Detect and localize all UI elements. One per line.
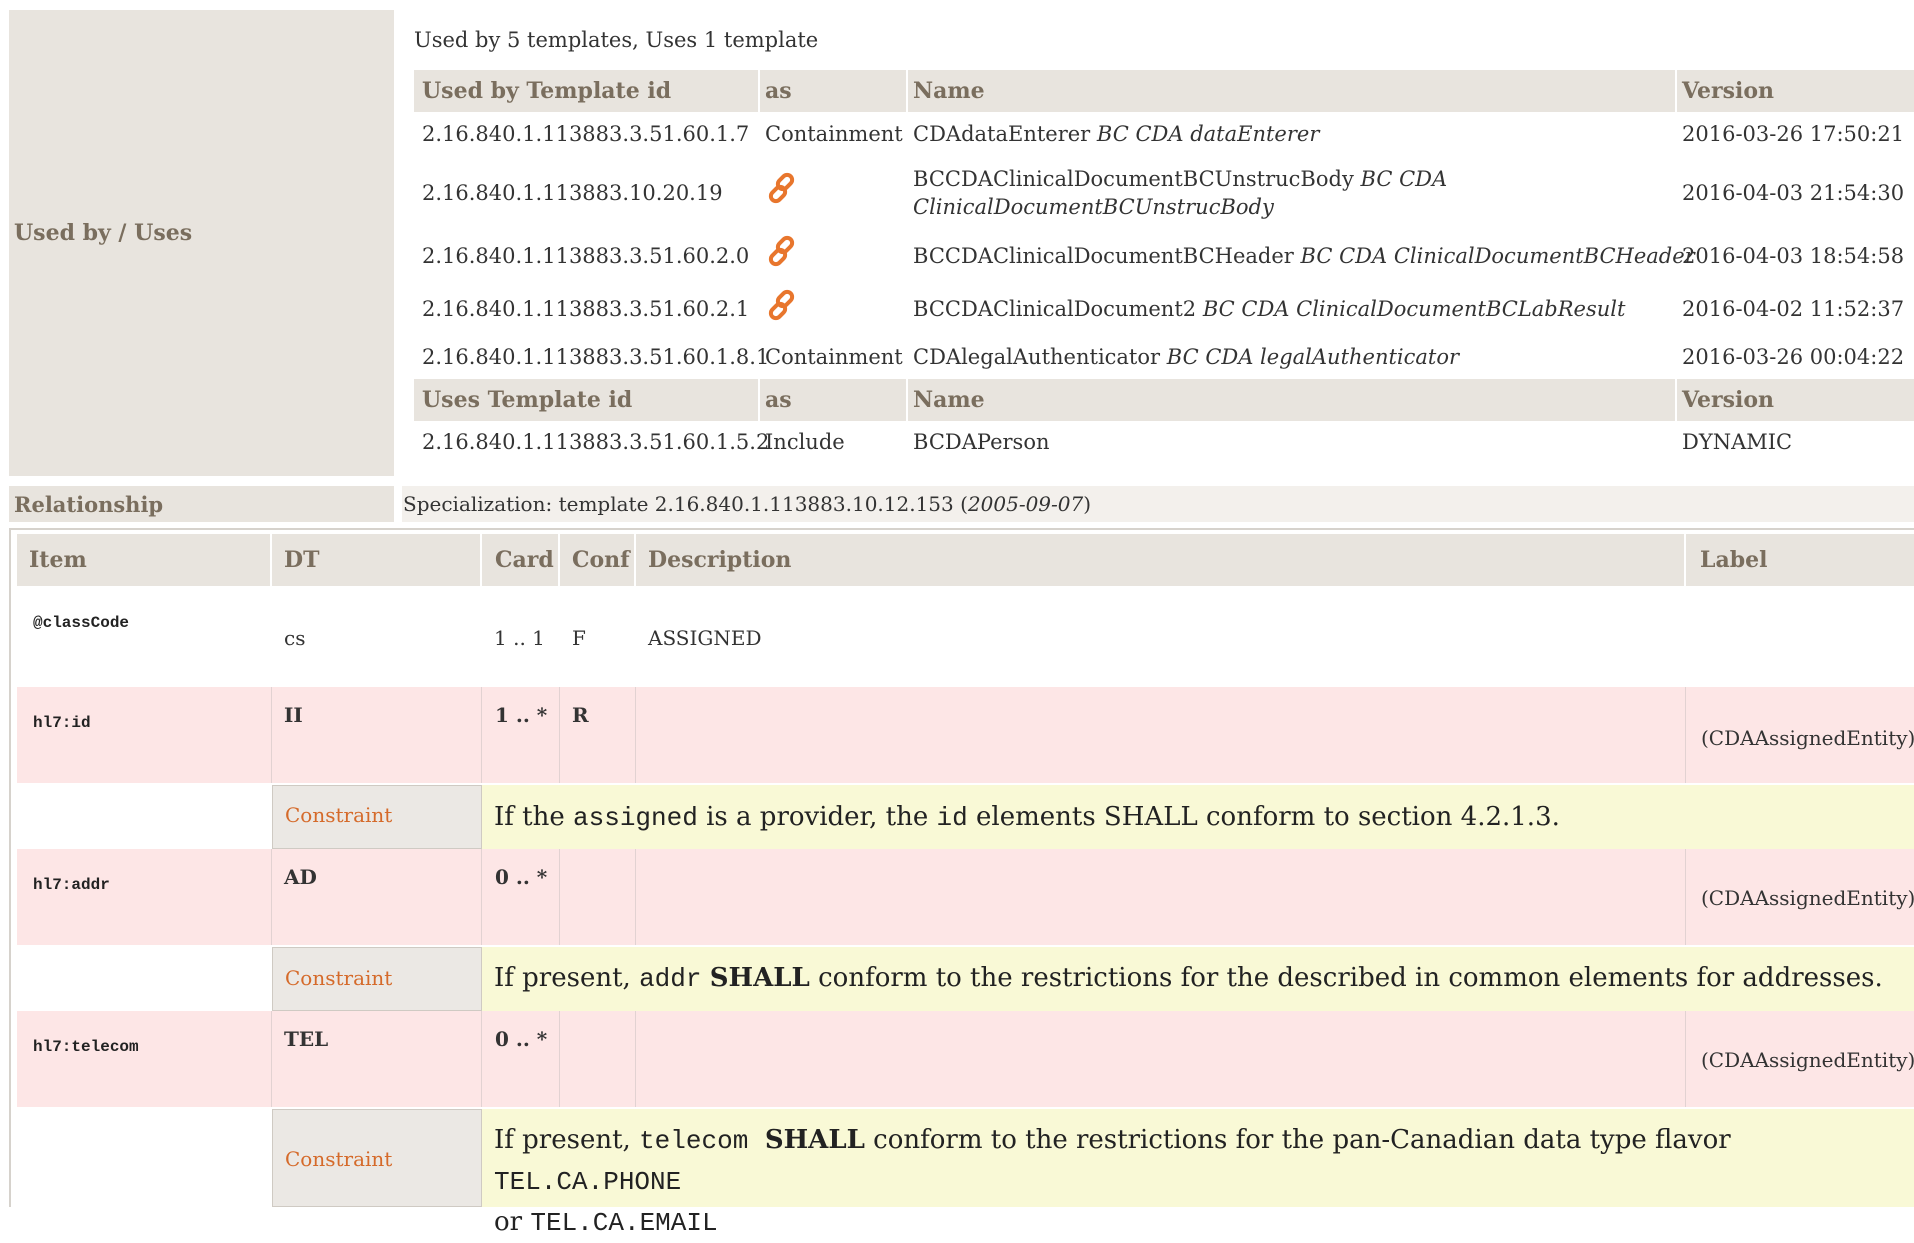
header-divider [906, 70, 908, 112]
item-name[interactable]: hl7:id [33, 714, 91, 732]
usedby-row-id[interactable]: 2.16.840.1.113883.3.51.60.2.1 [422, 297, 749, 321]
usedby-row-name: BCCDAClinicalDocumentBCUnstrucBody BC CD… [913, 167, 1448, 219]
usedby-row-name: CDAlegalAuthenticator BC CDA legalAuthen… [913, 345, 1460, 369]
uses-row-as: Include [765, 430, 845, 454]
cell-divider [271, 1011, 272, 1107]
uses-row-id[interactable]: 2.16.840.1.113883.3.51.60.1.5.2 [422, 430, 769, 454]
usedby-row-version: 2016-04-02 11:52:37 [1682, 297, 1905, 321]
items-header-card: Card [495, 547, 554, 573]
item-dt: AD [284, 865, 317, 889]
cell-divider [1685, 1011, 1686, 1107]
header-divider [558, 534, 560, 586]
item-name[interactable]: hl7:addr [33, 876, 110, 894]
cell-divider [559, 687, 560, 783]
usedby-row-version: 2016-03-26 17:50:21 [1682, 122, 1905, 146]
item-card: 1 .. * [495, 703, 548, 727]
cell-divider [271, 687, 272, 783]
cell-divider [481, 1011, 482, 1107]
cell-divider [481, 687, 482, 783]
usedby-row-as: Containment [765, 122, 903, 146]
header-divider [1675, 379, 1677, 421]
usedby-row-version: 2016-04-03 21:54:30 [1682, 181, 1905, 205]
usedby-label: Used by / Uses [14, 220, 193, 246]
item-name[interactable]: @classCode [33, 614, 129, 632]
usedby-header-version: Version [1682, 78, 1775, 104]
usedby-summary: Used by 5 templates, Uses 1 template [414, 28, 819, 52]
items-header-conf: Conf [572, 547, 630, 573]
item-dt: II [284, 703, 303, 727]
relationship-value: Specialization: template 2.16.840.1.1138… [403, 492, 1092, 516]
usedby-row-as: Containment [765, 345, 903, 369]
uses-header-version: Version [1682, 387, 1775, 413]
usedby-header-name: Name [913, 78, 985, 104]
relationship-date: 2005-09-07 [967, 492, 1084, 516]
link-chain-icon[interactable] [765, 234, 799, 268]
uses-header-name: Name [913, 387, 985, 413]
cell-divider [559, 849, 560, 945]
item-label: (CDAAssignedEntity) [1701, 886, 1914, 910]
usedby-row-id[interactable]: 2.16.840.1.113883.3.51.60.1.8.1 [422, 345, 769, 369]
header-divider [1675, 70, 1677, 112]
constraint-label: Constraint [285, 1147, 393, 1171]
uses-header-id: Uses Template id [422, 387, 633, 413]
item-card: 0 .. * [495, 865, 548, 889]
item-conf: R [572, 703, 589, 727]
item-dt: cs [284, 626, 306, 650]
header-divider [906, 379, 908, 421]
cell-divider [559, 1011, 560, 1107]
constraint-label: Constraint [285, 966, 393, 990]
relationship-label: Relationship [14, 491, 164, 517]
item-conf: F [572, 626, 586, 650]
item-description: ASSIGNED [648, 626, 762, 650]
uses-header-as: as [765, 387, 792, 413]
header-divider [758, 70, 760, 112]
header-divider [480, 534, 482, 586]
items-header-label: Label [1700, 547, 1768, 573]
cell-divider [271, 849, 272, 945]
items-header-item: Item [29, 547, 87, 573]
items-header-description: Description [648, 547, 792, 573]
cell-divider [635, 687, 636, 783]
header-divider [758, 379, 760, 421]
item-row-id [17, 687, 1914, 783]
link-chain-icon[interactable] [765, 171, 799, 205]
constraint-label: Constraint [285, 803, 393, 827]
usedby-header-id: Used by Template id [422, 78, 672, 104]
usedby-row-name: CDAdataEnterer BC CDA dataEnterer [913, 122, 1320, 146]
header-divider [1684, 534, 1686, 586]
cell-divider [481, 849, 482, 945]
item-label: (CDAAssignedEntity) [1701, 726, 1914, 750]
items-header-dt: DT [284, 547, 320, 573]
item-card: 0 .. * [495, 1027, 548, 1051]
usedby-header-as: as [765, 78, 792, 104]
item-card: 1 .. 1 [494, 626, 545, 650]
item-name[interactable]: hl7:telecom [33, 1038, 139, 1056]
item-row-telecom [17, 1011, 1914, 1107]
usedby-row-name: BCCDAClinicalDocumentBCHeader BC CDA Cli… [913, 244, 1695, 268]
item-row-addr [17, 849, 1914, 945]
constraint-text: If the assigned is a provider, the id el… [494, 802, 1560, 833]
cell-divider [1685, 849, 1686, 945]
usedby-row-id[interactable]: 2.16.840.1.113883.10.20.19 [422, 181, 723, 205]
link-chain-icon[interactable] [765, 288, 799, 322]
cell-divider [1685, 687, 1686, 783]
usedby-row-version: 2016-04-03 18:54:58 [1682, 244, 1905, 268]
header-divider [270, 534, 272, 586]
uses-row-version: DYNAMIC [1682, 430, 1793, 454]
usedby-row-id[interactable]: 2.16.840.1.113883.3.51.60.2.0 [422, 244, 749, 268]
cell-divider [635, 849, 636, 945]
uses-row-name: BCDAPerson [913, 430, 1050, 454]
constraint-text: If present, addr SHALL conform to the re… [494, 963, 1883, 994]
constraint-text: If present, telecom SHALL conform to the… [494, 1125, 1731, 1238]
cell-divider [635, 1011, 636, 1107]
item-label: (CDAAssignedEntity) [1701, 1048, 1914, 1072]
usedby-row-name: BCCDAClinicalDocument2 BC CDA ClinicalDo… [913, 297, 1626, 321]
usedby-row-id[interactable]: 2.16.840.1.113883.3.51.60.1.7 [422, 122, 749, 146]
usedby-row-version: 2016-03-26 00:04:22 [1682, 345, 1905, 369]
header-divider [634, 534, 636, 586]
item-dt: TEL [284, 1027, 329, 1051]
